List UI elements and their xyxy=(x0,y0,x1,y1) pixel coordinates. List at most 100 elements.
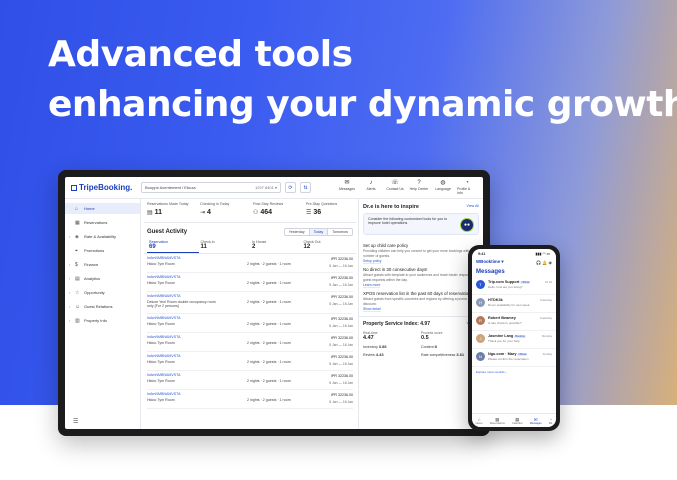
nav-messages[interactable]: ✉ Messages xyxy=(337,180,357,195)
table-row[interactable]: InAmNMBNAMVSTA Hidoo Tym Room 2 nights · 2… xyxy=(147,254,353,273)
nav-alerts[interactable]: ♪ Alerts xyxy=(361,180,381,195)
list-item[interactable]: T Trip.com Support Official Hello, how are … xyxy=(472,277,556,295)
reservation-code-link[interactable]: InAmNMBNAMVSTA xyxy=(147,316,353,320)
tab-messages[interactable]: ✉ Messages xyxy=(530,417,542,425)
tip-link[interactable]: Setup policy xyxy=(363,259,382,264)
help-icon: ? xyxy=(417,180,421,186)
table-row[interactable]: InAmNMBNAMVSTA Hidoo Tym Room 2 nights · 2… xyxy=(147,390,353,409)
reservation-code-link[interactable]: InAmNMBNAMVSTA xyxy=(147,256,353,260)
stat-card[interactable]: Post-Stay Reviews ⚇ 464 xyxy=(250,199,303,222)
inspire-card-text: Consider the following customized tools … xyxy=(368,217,448,225)
subtab-reservation[interactable]: Reservation 69 xyxy=(147,238,199,253)
guest-activity-title: Guest Activity xyxy=(147,229,188,235)
nav-profile-info[interactable]: ◔ Profile & Info xyxy=(457,180,477,195)
stat-card[interactable]: Checking in Today ⇥ 4 xyxy=(197,199,250,222)
filter-button[interactable]: ⇅ xyxy=(300,182,311,193)
table-row[interactable]: InAmNMBNAMVSTA Hidoo Tym Room 2 nights · 2… xyxy=(147,273,353,292)
property-select-id: 1297 8401 ▾ xyxy=(254,185,277,190)
collapse-menu-icon[interactable]: ☰ xyxy=(73,418,78,425)
table-row[interactable]: InAmNMBNAMVSTA Hidoo Tym Room 2 nights · 2… xyxy=(147,371,353,390)
tab-calendar[interactable]: ▦ Calendar xyxy=(512,417,523,425)
avatar: J xyxy=(476,334,485,343)
phone-tab-bar: ⌂ Home ▦ Reservations ▦ Calendar ✉ Messages ◔ Me xyxy=(472,413,556,427)
finance-icon: $ xyxy=(75,261,78,268)
sidebar-item-label: Opportunity xyxy=(84,290,105,295)
reservation-code-link[interactable]: InAmNMBNAMVSTA xyxy=(147,294,353,298)
message-preview: Is late check-in possible? xyxy=(488,321,522,325)
list-item[interactable]: R Robert Beamey Is late check-in possible?… xyxy=(472,313,556,331)
tip-link[interactable]: Learn more xyxy=(363,283,381,288)
message-preview: Room availability for next week xyxy=(488,303,530,307)
tab-tomorrow[interactable]: Tomorrow xyxy=(328,229,352,235)
phone-property-select[interactable]: WBooktime ▾ xyxy=(476,259,504,265)
tab-yesterday[interactable]: Yesterday xyxy=(285,229,310,235)
sidebar-item-label: Reservations xyxy=(84,220,108,225)
table-row[interactable]: InAmNMBNAMVSTA Hidoo Tym Room 2 nights · 2… xyxy=(147,352,353,371)
reservation-code-link[interactable]: InAmNMBNAMVSTA xyxy=(147,335,353,339)
tip-title: XPOS reservation list in the past 60 day… xyxy=(363,291,471,296)
sidebar-item-finance[interactable]: › $ Finance xyxy=(65,259,140,270)
reservation-code-link[interactable]: InAmNMBNAMVSTA xyxy=(147,392,353,396)
chart-icon: ▤ xyxy=(75,275,80,282)
tip-link[interactable]: Show detail xyxy=(363,307,381,312)
explore-more-link[interactable]: Explore more records › xyxy=(472,367,556,377)
subtab-check-in[interactable]: Check-in 11 xyxy=(199,238,251,253)
tab-me[interactable]: ◔ Me xyxy=(549,417,553,425)
stat-value-row: ⇥ 4 xyxy=(200,209,247,216)
message-sender-row: Jasmine Lang Booking xyxy=(488,334,526,338)
bell-icon: ♪ xyxy=(369,180,373,186)
table-row[interactable]: InAmNMBNAMVSTA Hidoo Tym Room 2 nights · 2… xyxy=(147,333,353,352)
subtab-check-out[interactable]: Check Out 12 xyxy=(302,238,354,253)
chevron-right-icon: › xyxy=(69,304,71,309)
message-badge: Booking xyxy=(514,335,526,338)
nav-contact-us[interactable]: ☏ Contact Us xyxy=(385,180,405,195)
tab-home[interactable]: ⌂ Home xyxy=(476,417,483,425)
tab-today[interactable]: Today xyxy=(309,229,329,235)
subtab-in-house[interactable]: In House 2 xyxy=(250,238,302,253)
reservation-code-link[interactable]: InAmNMBNAMVSTA xyxy=(147,354,353,358)
inspire-header: Dr.e is here to inspire View All xyxy=(363,204,479,210)
list-item[interactable]: J Jasmine Lang Booking Thank you for your h… xyxy=(472,331,556,349)
stat-card[interactable]: Reservations Made Today ▤ 11 xyxy=(144,199,197,222)
tip-text: Attract guests with template to your aud… xyxy=(363,273,477,282)
inspire-title: Dr.e is here to inspire xyxy=(363,204,419,210)
nav-help-center[interactable]: ? Help Center xyxy=(409,180,429,195)
sidebar-item-promotions[interactable]: ⌖ Promotions xyxy=(65,245,140,256)
list-item[interactable]: H HTDK3k Room availability for next week Ye… xyxy=(472,295,556,313)
stay-details: 2 nights · 2 guests · 1 room xyxy=(247,281,291,285)
list-item[interactable]: N Ngu.com · Mary Official Please confirm th… xyxy=(472,349,556,367)
sidebar-item-reservations[interactable]: ▦ Reservations xyxy=(65,217,140,228)
sidebar-item-property-info[interactable]: › ▥ Property Info xyxy=(65,315,140,326)
reservation-price: IPR 32236.00 xyxy=(331,374,353,378)
top-nav: ✉ Messages ♪ Alerts ☏ Contact Us ? Help Center ◍… xyxy=(337,180,477,195)
sidebar-item-opportunity[interactable]: › ☆ Opportunity xyxy=(65,287,140,298)
tab-reservations[interactable]: ▦ Reservations xyxy=(490,417,505,425)
reservation-dates: 5 Jan — 16 Jan xyxy=(329,400,353,404)
inspire-view-all-link[interactable]: View All xyxy=(466,204,479,210)
table-row[interactable]: InAmNMBNAMVSTA Hidoo Tym Room 2 nights · 2… xyxy=(147,314,353,333)
reservation-code-link[interactable]: InAmNMBNAMVSTA xyxy=(147,373,353,377)
sidebar-item-guest-relations[interactable]: › ☺ Guest Relations xyxy=(65,301,140,312)
inspire-card[interactable]: Consider the following customized tools … xyxy=(363,213,479,235)
tag-icon: ⌖ xyxy=(75,247,78,254)
nav-language[interactable]: ◍ Language xyxy=(433,180,453,195)
property-select[interactable]: Booppe Aventement / Ebuza 1297 8401 ▾ xyxy=(141,182,281,193)
sidebar-item-home[interactable]: ⌂ Home xyxy=(65,203,140,214)
stats-row: Reservations Made Today ▤ 11 Checking in To… xyxy=(144,199,356,223)
assistant-bot-icon[interactable]: ●● xyxy=(460,218,474,232)
question-icon: ☰ xyxy=(306,210,312,216)
reservation-code-link[interactable]: InAmNMBNAMVSTA xyxy=(147,275,353,279)
refresh-button[interactable]: ⟳ xyxy=(285,182,296,193)
nav-label: Contact Us xyxy=(386,187,404,191)
stay-details: 2 nights · 2 guests · 1 room xyxy=(247,322,291,326)
phone-header-icons[interactable]: 🎧 🔔 ◉ xyxy=(536,260,552,265)
sidebar-item-rate-availability[interactable]: › ◈ Rate & Availability xyxy=(65,231,140,242)
stat-card[interactable]: Pre-Stay Questions ☰ 36 xyxy=(303,199,356,222)
tips-list: Set up child care policy Providing childr… xyxy=(359,240,483,312)
sidebar-item-analytics[interactable]: › ▤ Analytics xyxy=(65,273,140,284)
headline-line-1: Advanced tools xyxy=(48,34,353,75)
table-row[interactable]: InAmNMBNAMVSTA Deluxe Yeol Room double oc… xyxy=(147,292,353,314)
stat-label: Checking in Today xyxy=(200,202,230,206)
subtab-count: 2 xyxy=(252,244,256,250)
psi-pair: Review 4.43 xyxy=(363,352,421,357)
